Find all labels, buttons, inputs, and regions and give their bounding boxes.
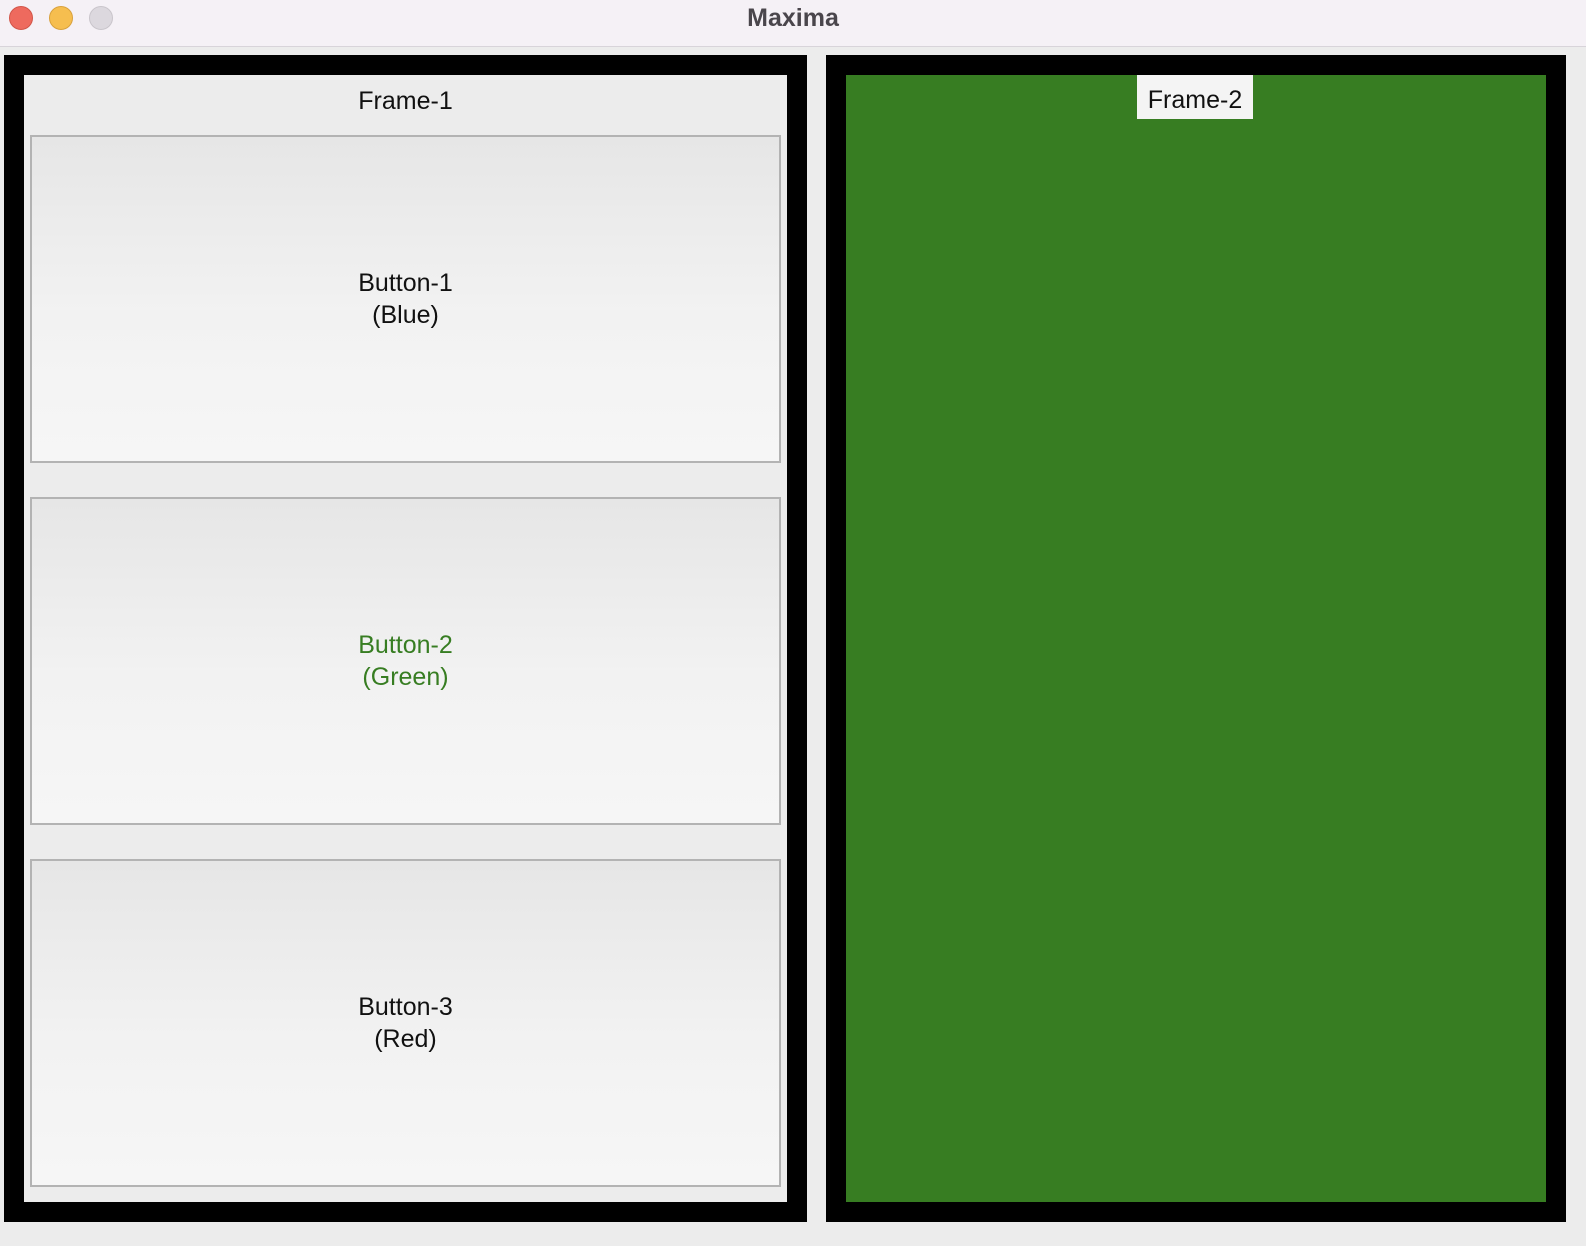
button-1-sublabel: (Blue) — [372, 301, 439, 329]
frame-1: Frame-1 Button-1 (Blue) Button-2 (Green)… — [4, 55, 807, 1222]
title-bar[interactable]: Maxima — [0, 0, 1586, 47]
frame-2-label: Frame-2 — [1137, 75, 1253, 119]
button-2-sublabel: (Green) — [362, 663, 449, 691]
app-window: Maxima Frame-1 Button-1 (Blue) Button-2 … — [0, 0, 1586, 1246]
window-title: Maxima — [747, 4, 839, 32]
frame-1-label: Frame-1 — [358, 87, 453, 115]
button-2-green[interactable]: Button-2 (Green) — [30, 497, 781, 825]
button-2-label: Button-2 — [358, 631, 453, 659]
button-3-sublabel: (Red) — [374, 1025, 437, 1053]
button-1-blue[interactable]: Button-1 (Blue) — [30, 135, 781, 463]
button-1-label: Button-1 — [358, 269, 453, 297]
frame-2: Frame-2 — [826, 55, 1566, 1222]
button-3-label: Button-3 — [358, 993, 453, 1021]
button-3-red[interactable]: Button-3 (Red) — [30, 859, 781, 1187]
